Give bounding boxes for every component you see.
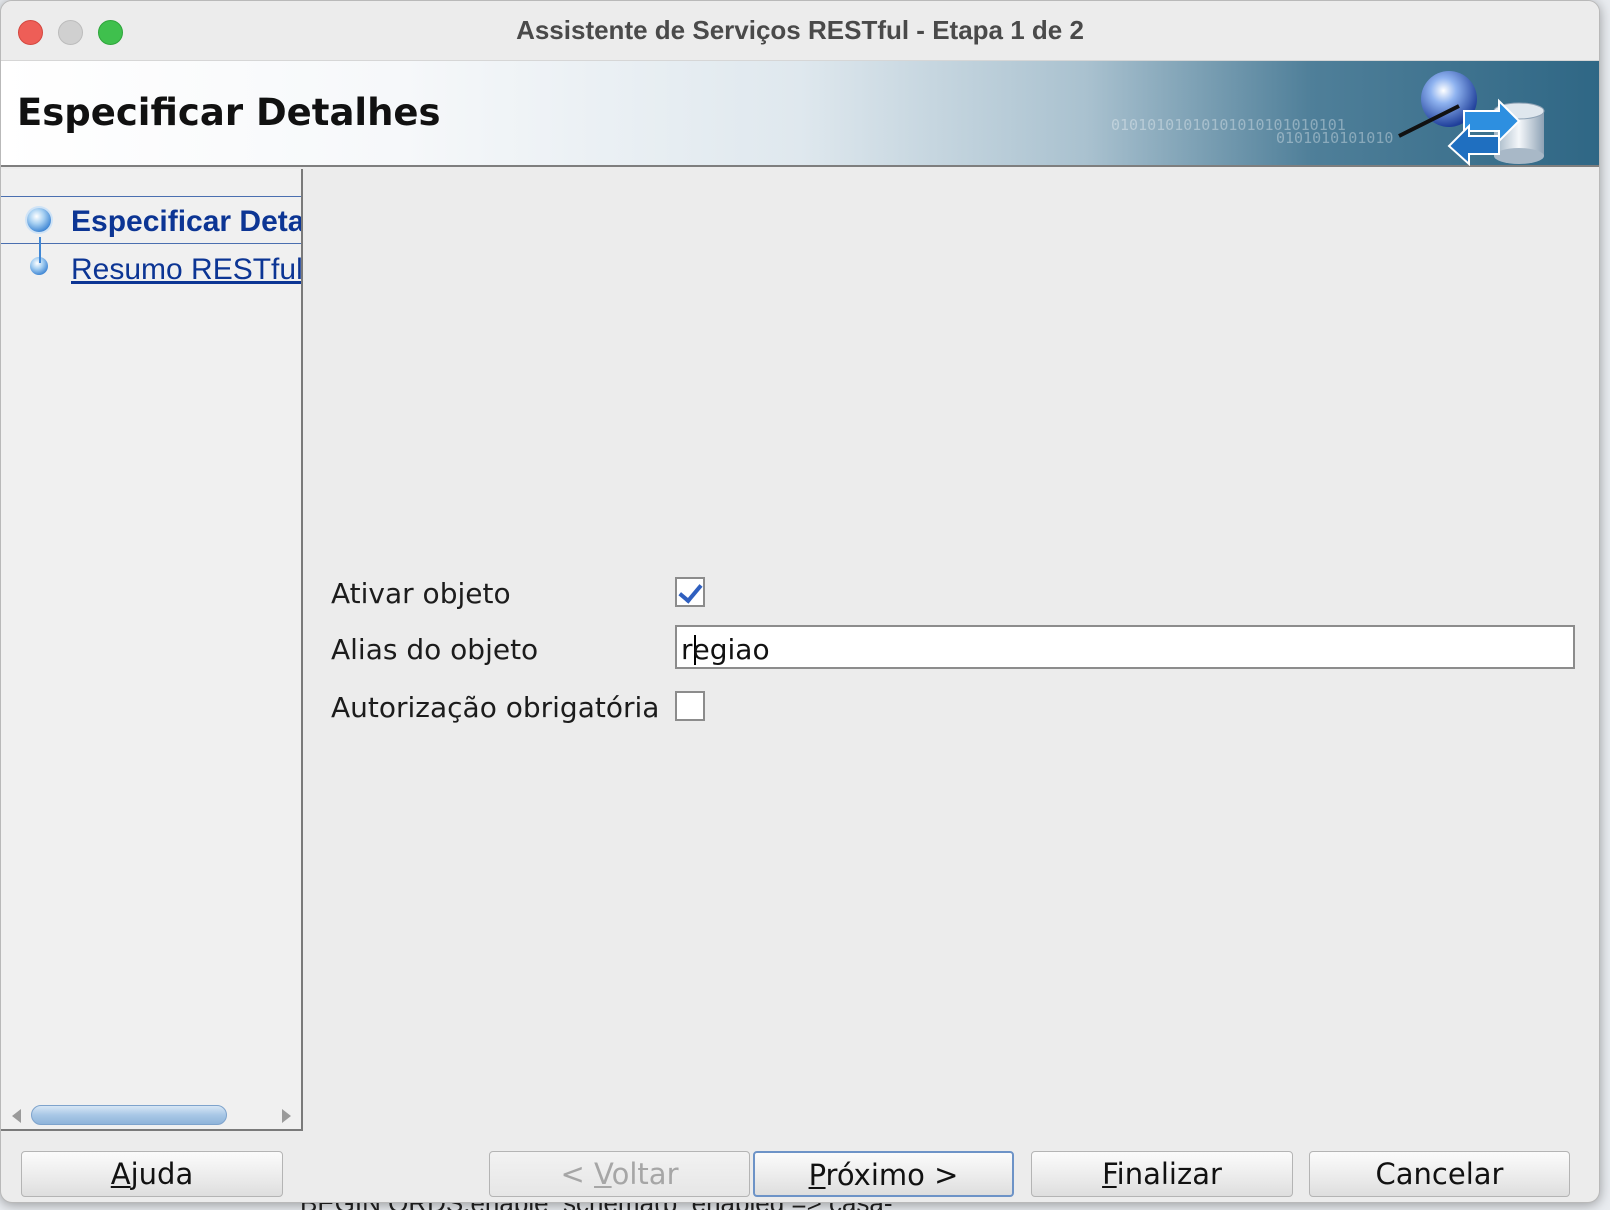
step-link[interactable]: Resumo RESTful [71,253,301,287]
object-alias-input[interactable]: regiao [675,625,1575,669]
wizard-header-banner: Especificar Detalhes 0101010101010101010… [1,61,1599,167]
help-button[interactable]: Ajuda [21,1151,283,1197]
window-title: Assistente de Serviços RESTful - Etapa 1… [516,15,1084,45]
scroll-left-icon[interactable] [12,1109,21,1123]
cancel-button[interactable]: Cancelar [1309,1151,1570,1197]
binary-decoration: 0101010101010 [1276,129,1394,147]
step-label: Especificar Detalhes [71,205,301,238]
step-connector-line [39,237,41,263]
wizard-steps-panel: Especificar Detalhes Resumo RESTful [1,169,303,1131]
enable-object-checkbox[interactable] [675,577,705,607]
horizontal-scrollbar[interactable] [9,1104,294,1126]
title-bar[interactable]: Assistente de Serviços RESTful - Etapa 1… [1,1,1599,61]
object-alias-label: Alias do objeto [331,633,539,666]
enable-object-label: Ativar objeto [331,577,511,610]
wizard-illustration [1398,71,1545,166]
authorization-required-checkbox[interactable] [675,691,705,721]
next-button[interactable]: Próximo > [753,1151,1014,1197]
step-bullet-icon [27,208,51,232]
step-specify-details[interactable]: Especificar Detalhes [1,196,301,244]
back-button[interactable]: < Voltar [489,1151,750,1197]
scroll-right-icon[interactable] [282,1109,291,1123]
scrollbar-thumb[interactable] [31,1105,227,1125]
step-restful-summary[interactable]: Resumo RESTful [1,245,301,293]
finish-button[interactable]: Finalizar [1031,1151,1293,1197]
page-title: Especificar Detalhes [17,91,441,134]
authorization-required-label: Autorização obrigatória [331,691,660,724]
wizard-dialog: Assistente de Serviços RESTful - Etapa 1… [0,0,1600,1203]
